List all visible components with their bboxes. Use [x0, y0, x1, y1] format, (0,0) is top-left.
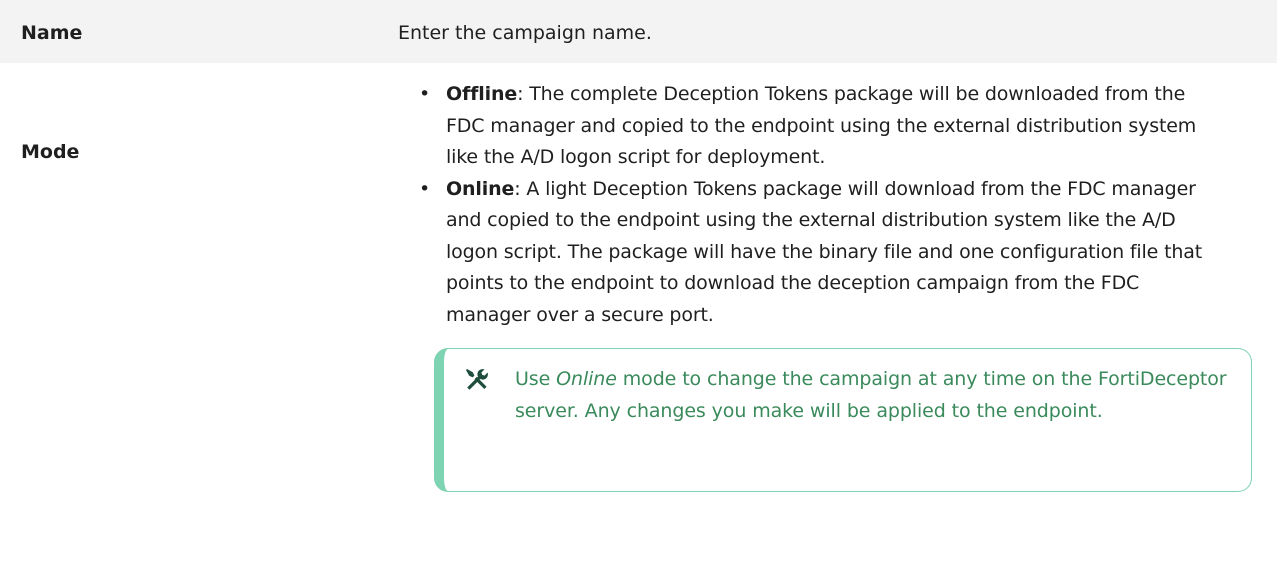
option-term-offline: Offline — [446, 83, 518, 105]
table-row-name: Name Enter the campaign name. — [0, 0, 1277, 63]
tools-icon — [464, 367, 490, 393]
list-item-online: • Online: A light Deception Tokens packa… — [398, 174, 1226, 332]
tip-callout: Use Online mode to change the campaign a… — [434, 348, 1252, 492]
campaign-settings-table: Name Enter the campaign name. Mode • Off… — [0, 0, 1277, 492]
row-label-mode: Mode — [21, 141, 80, 163]
tip-prefix: Use — [515, 368, 557, 390]
tip-text: Use Online mode to change the campaign a… — [515, 364, 1231, 427]
option-term-online: Online — [446, 177, 515, 200]
option-description-online: : A light Deception Tokens package will … — [446, 177, 1203, 326]
bullet-icon: • — [419, 177, 431, 200]
option-description-offline: : The complete Deception Tokens package … — [446, 83, 1197, 168]
table-row-mode: Mode • Offline: The complete Deception T… — [0, 63, 1277, 492]
row-label-name: Name — [21, 22, 83, 44]
tip-emphasis: Online — [556, 368, 617, 390]
mode-options-list: • Offline: The complete Deception Tokens… — [398, 79, 1226, 331]
tip-suffix: mode to change the campaign at any time … — [515, 368, 1227, 422]
row-value-name: Enter the campaign name. — [398, 22, 652, 44]
row-value-mode: • Offline: The complete Deception Tokens… — [398, 63, 1277, 492]
bullet-icon: • — [419, 83, 431, 105]
list-item-offline: • Offline: The complete Deception Tokens… — [398, 79, 1226, 174]
